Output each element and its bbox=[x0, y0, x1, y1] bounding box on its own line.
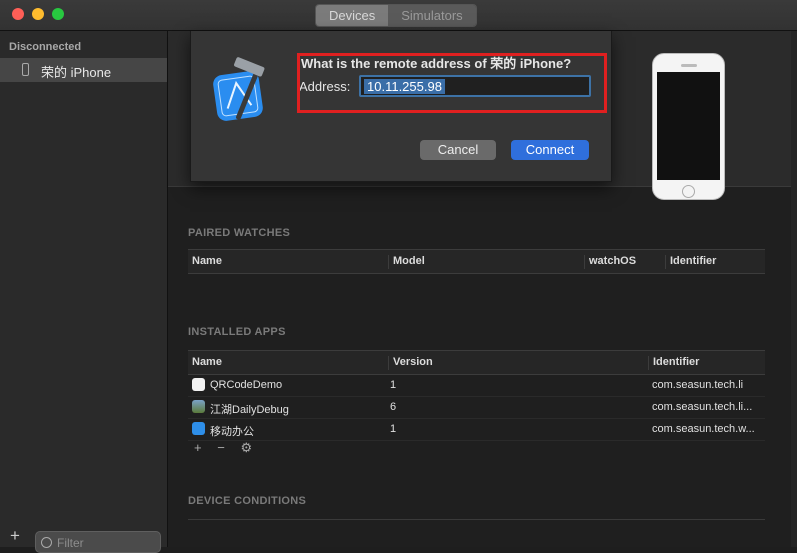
iphone-speaker bbox=[681, 64, 697, 67]
app-icon bbox=[192, 400, 205, 413]
app-identifier: com.seasun.tech.li bbox=[652, 379, 744, 391]
app-icon bbox=[192, 378, 205, 391]
app-icon bbox=[192, 422, 205, 435]
column-header-model[interactable]: Model bbox=[388, 255, 425, 269]
installed-apps-title: INSTALLED APPS bbox=[188, 326, 286, 338]
title-bar: Devices Simulators bbox=[0, 0, 797, 31]
minimize-window-button[interactable] bbox=[32, 8, 44, 20]
filter-icon bbox=[41, 537, 52, 548]
cancel-button[interactable]: Cancel bbox=[420, 140, 496, 160]
paired-watches-header: Name Model watchOS Identifier bbox=[188, 249, 765, 274]
column-header-version[interactable]: Version bbox=[388, 356, 433, 370]
remove-app-button[interactable]: − bbox=[217, 440, 225, 455]
app-identifier: com.seasun.tech.w... bbox=[652, 423, 755, 435]
sidebar-device-item[interactable]: 荣的 iPhone bbox=[0, 58, 167, 82]
app-name: QRCodeDemo bbox=[210, 379, 283, 391]
app-name: 移动办公 bbox=[210, 426, 254, 438]
segment-simulators[interactable]: Simulators bbox=[388, 5, 476, 26]
app-version: 1 bbox=[390, 423, 397, 435]
device-name-label: 荣的 iPhone bbox=[41, 65, 112, 80]
installed-apps-header: Name Version Identifier bbox=[188, 350, 765, 375]
dialog-question: What is the remote address of 荣的 iPhone? bbox=[301, 56, 572, 71]
iphone-home-button bbox=[682, 185, 695, 198]
app-version: 1 bbox=[390, 379, 397, 391]
app-version: 6 bbox=[390, 401, 397, 413]
filter-field[interactable]: Filter bbox=[35, 531, 161, 553]
column-header-name[interactable]: Name bbox=[188, 255, 222, 269]
close-window-button[interactable] bbox=[12, 8, 24, 20]
column-header-identifier[interactable]: Identifier bbox=[665, 255, 716, 269]
address-value: 10.11.255.98 bbox=[364, 79, 445, 94]
address-field[interactable]: 10.11.255.98 bbox=[359, 75, 591, 97]
gear-icon[interactable]: ⚙ bbox=[240, 440, 252, 455]
xcode-icon bbox=[213, 57, 265, 121]
remote-address-dialog: What is the remote address of 荣的 iPhone?… bbox=[190, 31, 612, 182]
table-row[interactable]: 江湖DailyDebug 6 com.seasun.tech.li... bbox=[188, 397, 765, 419]
filter-placeholder: Filter bbox=[57, 536, 84, 550]
column-header-name[interactable]: Name bbox=[188, 356, 222, 370]
zoom-window-button[interactable] bbox=[52, 8, 64, 20]
scrollbar[interactable] bbox=[791, 31, 797, 547]
app-name: 江湖DailyDebug bbox=[210, 404, 289, 416]
section-divider bbox=[188, 519, 765, 520]
iphone-icon bbox=[22, 63, 29, 76]
connect-button[interactable]: Connect bbox=[511, 140, 589, 160]
iphone-illustration bbox=[652, 53, 725, 200]
segment-devices[interactable]: Devices bbox=[316, 5, 389, 26]
add-app-button[interactable]: + bbox=[194, 440, 202, 455]
paired-watches-table[interactable]: Name Model watchOS Identifier bbox=[188, 249, 765, 274]
column-header-watchos[interactable]: watchOS bbox=[584, 255, 636, 269]
table-row[interactable]: QRCodeDemo 1 com.seasun.tech.li bbox=[188, 375, 765, 397]
add-device-button[interactable]: + bbox=[10, 526, 20, 546]
sidebar-section-header: Disconnected bbox=[9, 41, 82, 53]
installed-apps-table[interactable]: Name Version Identifier QRCodeDemo 1 com… bbox=[188, 350, 765, 441]
app-identifier: com.seasun.tech.li... bbox=[652, 401, 753, 413]
table-row[interactable]: 移动办公 1 com.seasun.tech.w... bbox=[188, 419, 765, 441]
column-header-identifier[interactable]: Identifier bbox=[648, 356, 699, 370]
installed-apps-toolbar: + − ⚙ bbox=[194, 440, 264, 456]
address-label: Address: bbox=[299, 79, 351, 94]
device-sidebar: Disconnected 荣的 iPhone + Filter bbox=[0, 31, 168, 553]
paired-watches-title: PAIRED WATCHES bbox=[188, 227, 291, 239]
devices-simulators-segmented-control: Devices Simulators bbox=[315, 4, 477, 27]
device-conditions-title: DEVICE CONDITIONS bbox=[188, 495, 307, 507]
iphone-screen bbox=[657, 72, 720, 180]
